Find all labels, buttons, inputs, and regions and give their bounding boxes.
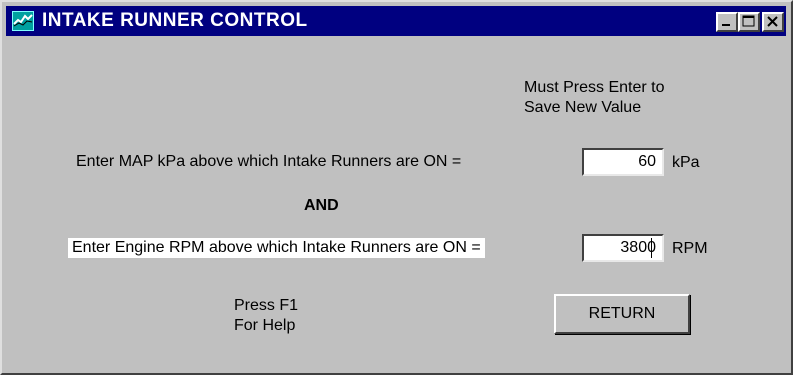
rpm-unit-label: RPM bbox=[672, 240, 708, 257]
help-line-2: For Help bbox=[234, 317, 296, 334]
window-title: INTAKE RUNNER CONTROL bbox=[42, 10, 308, 31]
minimize-button[interactable] bbox=[716, 12, 738, 32]
map-threshold-input[interactable] bbox=[582, 148, 664, 176]
minimize-icon bbox=[722, 24, 730, 26]
app-wave-icon[interactable] bbox=[12, 11, 34, 31]
maximize-icon bbox=[742, 15, 755, 27]
close-button[interactable] bbox=[762, 12, 784, 32]
map-threshold-label: Enter MAP kPa above which Intake Runners… bbox=[76, 153, 462, 170]
dialog-window: INTAKE RUNNER CONTROL Must Press Enter t… bbox=[0, 0, 793, 375]
text-caret bbox=[651, 238, 652, 258]
maximize-button[interactable] bbox=[738, 12, 760, 32]
and-connector: AND bbox=[304, 197, 339, 214]
close-icon bbox=[767, 16, 778, 27]
title-bar[interactable]: INTAKE RUNNER CONTROL bbox=[6, 6, 786, 36]
return-button[interactable]: RETURN bbox=[554, 294, 690, 334]
help-line-1: Press F1 bbox=[234, 297, 299, 314]
rpm-threshold-label: Enter Engine RPM above which Intake Runn… bbox=[68, 238, 485, 258]
notice-line-2: Save New Value bbox=[524, 99, 642, 116]
notice-line-1: Must Press Enter to bbox=[524, 79, 665, 96]
map-unit-label: kPa bbox=[672, 154, 700, 171]
